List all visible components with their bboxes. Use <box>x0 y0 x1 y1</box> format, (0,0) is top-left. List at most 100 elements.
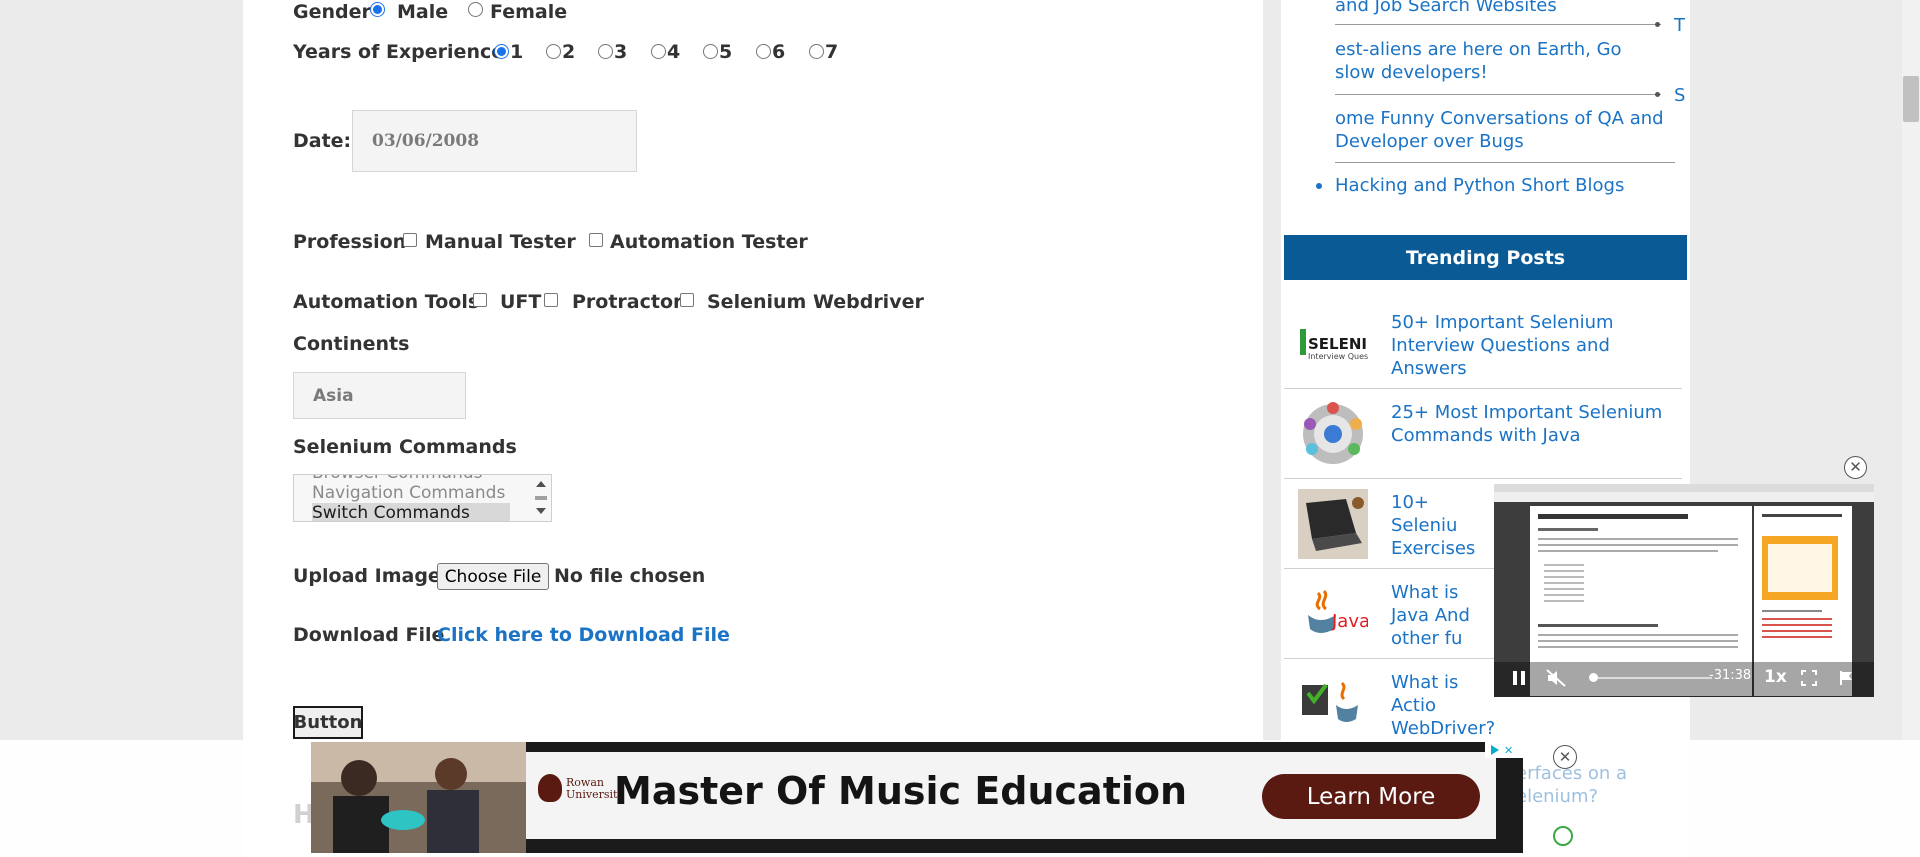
post-divider <box>1284 478 1682 479</box>
ad-photo <box>311 742 526 853</box>
post-link-actions[interactable]: What is Actio WebDriver? <box>1391 671 1501 740</box>
video-time: -31:38 <box>1709 668 1752 683</box>
profession-manual-label: Manual Tester <box>425 231 576 253</box>
post-divider <box>1284 388 1682 389</box>
sidebar-link-jobs[interactable]: and Job Search Websites <box>1335 0 1557 17</box>
experience-label: Years of Experience <box>293 41 505 63</box>
video-speed[interactable]: 1x <box>1764 667 1787 687</box>
ad-banner[interactable]: Rowan University Master Of Music Educati… <box>311 742 1523 853</box>
commands-scrollbar[interactable] <box>531 475 551 521</box>
experience-option-2: 2 <box>562 41 576 63</box>
ad-badge-icon <box>1553 826 1573 846</box>
commands-label: Selenium Commands <box>293 436 517 458</box>
ad-learn-more-button[interactable]: Learn More <box>1262 774 1480 819</box>
page-scrollbar[interactable] <box>1902 0 1920 857</box>
commands-option-selected[interactable]: Switch Commands <box>312 503 470 521</box>
tools-protractor-checkbox[interactable] <box>544 293 558 307</box>
ad-headline: Master Of Music Education <box>614 769 1188 813</box>
tools-protractor-label: Protractor <box>572 291 683 313</box>
ad-close-button[interactable]: ✕ <box>1553 745 1577 769</box>
video-progress-knob[interactable] <box>1589 673 1598 682</box>
experience-option-5: 5 <box>719 41 733 63</box>
commands-listbox[interactable]: Browser Commands Navigation Commands Swi… <box>293 474 552 522</box>
gender-female-label: Female <box>490 1 568 23</box>
choose-file-button[interactable]: Choose File <box>437 563 549 590</box>
video-close-button[interactable]: ✕ <box>1844 456 1867 479</box>
commands-scroll-arrows-icon <box>535 481 547 514</box>
bullet-icon <box>1655 92 1660 97</box>
sidebar-link-hacking[interactable]: Hacking and Python Short Blogs <box>1335 174 1624 197</box>
date-label: Date: <box>293 130 352 152</box>
upload-label: Upload Image <box>293 565 441 587</box>
experience-radio-1[interactable] <box>494 44 509 59</box>
mute-icon[interactable] <box>1546 669 1566 687</box>
experience-option-6: 6 <box>772 41 786 63</box>
post-thumbnail-exercises[interactable] <box>1298 489 1368 559</box>
page: Gender Male Female Years of Experience 1… <box>0 0 1920 857</box>
fullscreen-icon[interactable] <box>1801 670 1817 686</box>
upload-status: No file chosen <box>554 565 706 587</box>
plain-button[interactable]: Button <box>293 706 363 739</box>
svg-text:✕: ✕ <box>1504 744 1513 757</box>
post-link-selenium-interview[interactable]: 50+ Important Selenium Interview Questio… <box>1391 311 1681 380</box>
sidebar-link-aliens[interactable]: est-aliens are here on Earth, Go slow de… <box>1335 38 1665 84</box>
commands-option[interactable]: Navigation Commands <box>312 483 505 503</box>
trending-posts-header: Trending Posts <box>1284 235 1687 280</box>
profession-automation-label: Automation Tester <box>610 231 808 253</box>
gender-female-radio[interactable] <box>468 2 483 17</box>
post-link-selenium-commands[interactable]: 25+ Most Important Selenium Commands wit… <box>1391 401 1681 447</box>
thumb-caption: SELENIU <box>1308 335 1368 353</box>
video-frame <box>1494 484 1874 697</box>
experience-option-3: 3 <box>614 41 628 63</box>
bullet-icon <box>1316 183 1322 189</box>
date-input[interactable]: 03/06/2008 <box>352 110 637 172</box>
post-thumbnail-selenium-interview[interactable]: SELENIU Interview Ques <box>1298 309 1368 379</box>
continents-select[interactable]: Asia <box>293 372 466 419</box>
post-link-java[interactable]: What is Java And other fu <box>1391 581 1501 650</box>
download-link[interactable]: Click here to Download File <box>437 623 730 647</box>
post-link-cut: erfaces on a elenium? <box>1516 763 1628 807</box>
continents-label: Continents <box>293 333 410 355</box>
page-scrollbar-thumb[interactable] <box>1903 76 1919 122</box>
video-player[interactable]: -31:38 1x <box>1494 484 1874 697</box>
java-logo-icon: Java <box>1308 589 1368 633</box>
thumb-caption: Java <box>1331 611 1368 632</box>
tools-uft-label: UFT <box>500 291 542 313</box>
sidebar-divider <box>1335 162 1675 163</box>
gender-male-radio[interactable] <box>370 2 385 17</box>
profession-automation-checkbox[interactable] <box>589 233 603 247</box>
laptop-icon <box>1298 489 1368 559</box>
commands-option[interactable]: Browser Commands <box>312 475 483 483</box>
sidebar-bullet-letter: S <box>1674 85 1686 106</box>
experience-radio-3[interactable] <box>598 44 613 59</box>
experience-radio-5[interactable] <box>703 44 718 59</box>
gear-icon <box>1303 402 1363 464</box>
experience-option-1: 1 <box>510 41 524 63</box>
profession-manual-checkbox[interactable] <box>403 233 417 247</box>
gender-label: Gender <box>293 1 371 23</box>
sidebar-divider <box>1335 94 1661 95</box>
pause-icon[interactable] <box>1512 670 1526 686</box>
flag-icon[interactable] <box>1838 670 1854 686</box>
tools-selenium-checkbox[interactable] <box>680 293 694 307</box>
experience-radio-6[interactable] <box>756 44 771 59</box>
experience-radio-2[interactable] <box>546 44 561 59</box>
experience-option-7: 7 <box>825 41 839 63</box>
post-link-exercises[interactable]: 10+ Seleniu Exercises <box>1391 491 1501 560</box>
profession-label: Profession <box>293 231 407 253</box>
adchoices-icon[interactable]: ✕ <box>1485 742 1523 758</box>
sidebar-link-funny[interactable]: ome Funny Conversations of QA and Develo… <box>1335 107 1665 153</box>
tools-uft-checkbox[interactable] <box>473 293 487 307</box>
tools-selenium-label: Selenium Webdriver <box>707 291 924 313</box>
experience-radio-4[interactable] <box>651 44 666 59</box>
sidebar-bullet-letter: T <box>1674 15 1685 36</box>
post-thumbnail-java[interactable]: Java <box>1298 579 1368 649</box>
post-thumbnail-selenium-commands[interactable] <box>1298 399 1368 469</box>
bullet-icon <box>1655 22 1660 27</box>
experience-option-4: 4 <box>667 41 681 63</box>
rowan-logo-icon <box>538 774 562 802</box>
selenium-java-icon <box>1302 681 1358 722</box>
experience-radio-7[interactable] <box>809 44 824 59</box>
post-thumbnail-actions[interactable] <box>1298 669 1368 739</box>
gender-male-label: Male <box>397 1 449 23</box>
